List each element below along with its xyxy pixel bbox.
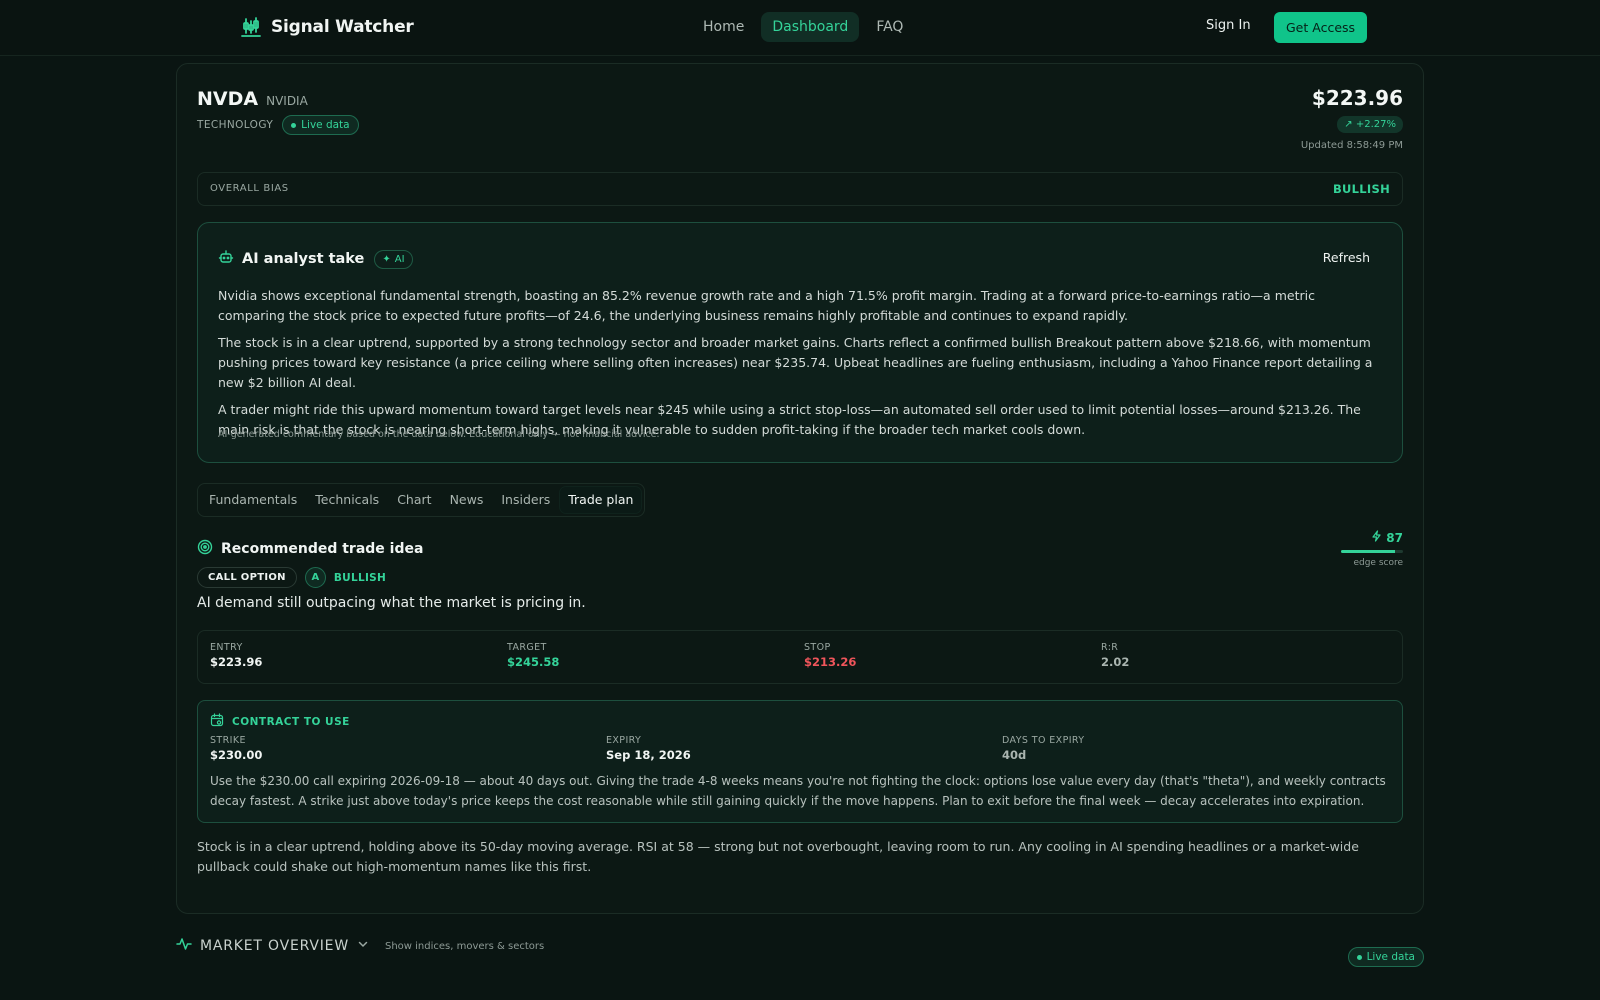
ai-badge-label: AI	[394, 253, 405, 265]
live-data-label: Live data	[301, 119, 350, 131]
calendar-icon	[210, 713, 224, 731]
ticker-symbol: NVDA	[197, 88, 259, 110]
strike-label: STRIKE	[210, 735, 246, 746]
days-to-expiry-value: 40d	[1002, 748, 1027, 762]
live-dot-icon	[1356, 954, 1362, 960]
market-overview-title: MARKET OVERVIEW	[200, 938, 349, 954]
ai-analyst-title: AI analyst take	[242, 251, 365, 267]
tab-insiders[interactable]: Insiders	[493, 487, 558, 513]
trade-levels: ENTRY $223.96 TARGET $245.58 STOP $213.2…	[197, 630, 1403, 684]
overall-bias-label: OVERALL BIAS	[210, 183, 289, 194]
get-access-button[interactable]: Get Access	[1274, 12, 1368, 43]
refresh-button[interactable]: Refresh	[1323, 250, 1370, 265]
ai-badge: ✦ AI	[374, 249, 413, 269]
contract-title: CONTRACT TO USE	[232, 716, 350, 728]
sign-in-link[interactable]: Sign In	[1206, 18, 1251, 33]
tab-chart[interactable]: Chart	[389, 487, 439, 513]
grade-badge: A	[304, 567, 326, 588]
stop-level: STOP $213.26	[804, 642, 856, 669]
edge-score-fill	[1341, 550, 1395, 553]
contract-panel: CONTRACT TO USE STRIKE $230.00 EXPIRY Se…	[197, 700, 1403, 823]
arrow-up-right-icon: ↗	[1344, 119, 1353, 130]
brand[interactable]: Signal Watcher	[240, 16, 414, 38]
nav-dashboard[interactable]: Dashboard	[761, 12, 860, 42]
entry-label: ENTRY	[210, 642, 243, 653]
market-live-badge: Live data	[1347, 947, 1424, 967]
company-name: NVIDIA	[266, 94, 308, 108]
days-to-expiry-field: DAYS TO EXPIRY 40d	[1002, 735, 1085, 762]
target-value: $245.58	[507, 655, 560, 669]
stock-card: NVDA NVIDIA TECHNOLOGY Live data $223.96…	[176, 63, 1424, 914]
contract-header: CONTRACT TO USE	[210, 713, 350, 731]
contract-description: Use the $230.00 call expiring 2026-09-18…	[210, 774, 1386, 808]
market-overview-subtitle: Show indices, movers & sectors	[384, 940, 545, 952]
target-icon	[197, 539, 213, 559]
nav-home[interactable]: Home	[692, 12, 755, 42]
price-change-badge: ↗ +2.27%	[1337, 116, 1403, 133]
brand-name: Signal Watcher	[271, 17, 414, 37]
edge-score-value: 87	[1386, 530, 1403, 545]
entry-level: ENTRY $223.96	[210, 642, 262, 669]
trade-summary: Stock is in a clear uptrend, holding abo…	[197, 839, 1359, 874]
sparkle-icon: ✦	[382, 253, 391, 265]
ai-analyst-header: AI analyst take ✦ AI	[218, 249, 413, 269]
stop-value: $213.26	[804, 655, 857, 669]
market-overview-toggle[interactable]: MARKET OVERVIEW Show indices, movers & s…	[176, 937, 544, 955]
ai-analyst-panel: AI analyst take ✦ AI Refresh Nvidia show…	[197, 222, 1403, 463]
tab-technicals[interactable]: Technicals	[307, 487, 387, 513]
live-data-badge: Live data	[282, 115, 359, 135]
trade-thesis: AI demand still outpacing what the marke…	[197, 595, 586, 611]
target-level: TARGET $245.58	[507, 642, 559, 669]
sector-label: TECHNOLOGY	[197, 119, 274, 131]
trade-idea-header: Recommended trade idea	[197, 539, 423, 559]
stop-label: STOP	[804, 642, 831, 653]
ai-disclaimer: AI-generated commentary based on the dat…	[218, 429, 660, 440]
stock-price: $223.96	[1311, 86, 1403, 110]
trade-tags: CALL OPTION A BULLISH	[197, 567, 386, 588]
tab-fundamentals[interactable]: Fundamentals	[201, 487, 305, 513]
risk-reward-level: R:R 2.02	[1101, 642, 1129, 669]
live-dot-icon	[291, 122, 297, 128]
price-change-value: +2.27%	[1355, 119, 1396, 130]
strike-value: $230.00	[210, 748, 263, 762]
days-to-expiry-label: DAYS TO EXPIRY	[1002, 735, 1085, 746]
entry-value: $223.96	[210, 655, 263, 669]
tab-trade-plan[interactable]: Trade plan	[560, 487, 642, 513]
chevron-down-icon	[357, 938, 369, 954]
nav-faq[interactable]: FAQ	[865, 12, 914, 42]
ai-paragraph: Nvidia shows exceptional fundamental str…	[218, 288, 1315, 323]
top-nav: Signal Watcher Home Dashboard FAQ Sign I…	[0, 0, 1600, 56]
edge-score-label: edge score	[1353, 558, 1403, 568]
tab-news[interactable]: News	[442, 487, 492, 513]
direction-label: BULLISH	[333, 571, 387, 584]
ai-paragraph: The stock is in a clear uptrend, support…	[218, 335, 1373, 390]
edge-score: 87 edge score	[1341, 530, 1403, 568]
strike-field: STRIKE $230.00	[210, 735, 262, 762]
expiry-field: EXPIRY Sep 18, 2026	[606, 735, 691, 762]
risk-reward-label: R:R	[1101, 642, 1119, 653]
edge-score-bar	[1341, 550, 1403, 553]
stock-meta: TECHNOLOGY Live data	[197, 115, 359, 135]
expiry-value: Sep 18, 2026	[606, 748, 691, 762]
overall-bias-bar: OVERALL BIAS BULLISH	[197, 172, 1403, 206]
lightning-icon	[1371, 530, 1382, 545]
analysis-tabs: Fundamentals Technicals Chart News Insid…	[197, 483, 646, 517]
updated-time: Updated 8:58:49 PM	[1300, 140, 1403, 151]
candlestick-logo-icon	[240, 16, 262, 38]
trade-idea-title: Recommended trade idea	[221, 541, 424, 557]
trade-type-badge: CALL OPTION	[197, 567, 297, 588]
overall-bias-value: BULLISH	[1332, 182, 1390, 196]
market-live-label: Live data	[1366, 951, 1415, 963]
edge-score-value-row: 87	[1341, 530, 1403, 545]
risk-reward-value: 2.02	[1101, 655, 1130, 669]
expiry-label: EXPIRY	[606, 735, 642, 746]
ai-commentary: Nvidia shows exceptional fundamental str…	[218, 286, 1384, 447]
main-nav: Home Dashboard FAQ	[692, 12, 914, 42]
ticker-header: NVDA NVIDIA	[197, 88, 308, 110]
target-label: TARGET	[507, 642, 547, 653]
robot-icon	[218, 249, 234, 269]
activity-pulse-icon	[176, 937, 192, 955]
